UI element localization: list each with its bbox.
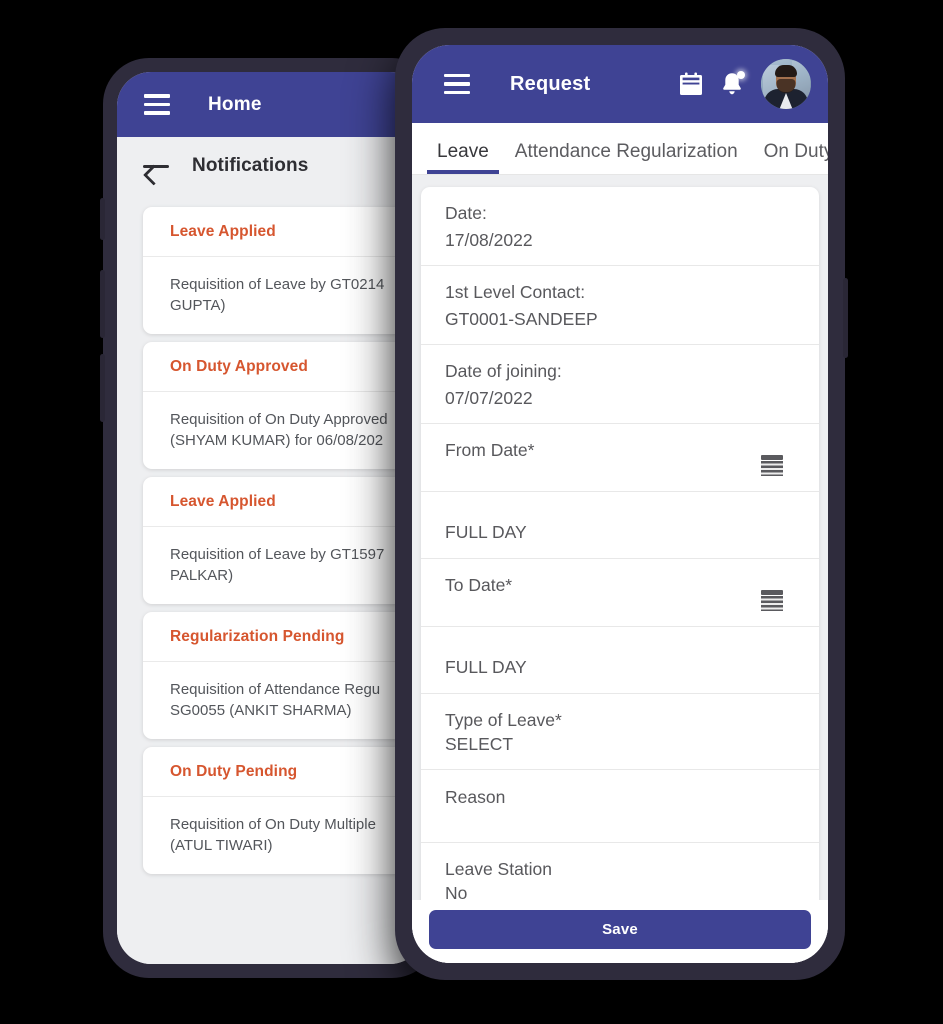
field-from-day-part-value: FULL DAY (445, 522, 527, 542)
field-date-of-joining-value: 07/07/2022 (445, 388, 533, 408)
bell-icon[interactable] (720, 71, 745, 97)
tab-on-duty[interactable]: On Duty (751, 141, 828, 174)
tab-attendance-regularization[interactable]: Attendance Regularization (502, 141, 751, 174)
field-date: Date: 17/08/2022 (421, 187, 819, 266)
field-leave-station-label: Leave Station (445, 859, 553, 879)
notification-card[interactable]: Regularization Pending Requisition of At… (143, 612, 424, 739)
right-phone-device: Request Leave Attendance Regularization … (395, 28, 848, 980)
notifications-subheader: Notifications (117, 137, 424, 195)
home-appbar-title: Home (208, 93, 262, 115)
field-date-of-joining-label: Date of joining: (445, 361, 562, 381)
left-phone-device: Home Notifications Leave Applied Requisi… (100, 58, 438, 978)
notification-title: Leave Applied (143, 477, 424, 527)
tab-leave[interactable]: Leave (424, 141, 502, 174)
field-reason[interactable]: Reason (421, 770, 819, 843)
field-date-label: Date: (445, 203, 487, 223)
calendar-icon[interactable] (679, 72, 703, 97)
field-to-day-part[interactable]: FULL DAY (421, 627, 819, 694)
request-appbar: Request (412, 45, 828, 123)
notification-card[interactable]: Leave Applied Requisition of Leave by GT… (143, 207, 424, 334)
right-phone-screen: Request Leave Attendance Regularization … (412, 45, 828, 963)
save-button[interactable]: Save (429, 910, 811, 949)
request-tabs: Leave Attendance Regularization On Duty (412, 123, 828, 175)
notification-body: Requisition of Attendance Regu SG0055 (A… (170, 681, 381, 719)
field-type-of-leave[interactable]: Type of Leave* SELECT (421, 694, 819, 770)
appbar-actions (679, 59, 811, 109)
user-avatar[interactable] (761, 59, 811, 109)
to-date-calendar-icon[interactable] (761, 590, 783, 611)
notification-body: Requisition of On Duty Multiple (ATUL TI… (170, 816, 376, 854)
tab-attendance-regularization-label: Attendance Regularization (514, 141, 738, 162)
notification-card[interactable]: On Duty Approved Requisition of On Duty … (143, 342, 424, 469)
notification-title: On Duty Approved (143, 342, 424, 392)
back-arrow-icon[interactable] (143, 156, 170, 176)
field-from-date[interactable]: From Date* (421, 424, 819, 492)
right-phone-power-button (843, 278, 848, 358)
field-to-day-part-value: FULL DAY (445, 657, 527, 677)
save-bar: Save (412, 900, 828, 963)
from-date-calendar-icon[interactable] (761, 455, 783, 476)
tab-leave-label: Leave (437, 141, 489, 162)
field-to-date-label: To Date* (445, 575, 513, 595)
field-date-of-joining: Date of joining: 07/07/2022 (421, 345, 819, 424)
left-phone-screen: Home Notifications Leave Applied Requisi… (117, 72, 424, 964)
left-phone-volume-up-button (100, 270, 105, 338)
bell-badge-dot (737, 71, 745, 79)
field-date-value: 17/08/2022 (445, 230, 533, 250)
field-reason-label: Reason (445, 787, 506, 807)
home-appbar: Home (117, 72, 424, 137)
leave-request-form: Date: 17/08/2022 1st Level Contact: GT00… (421, 187, 819, 963)
field-type-of-leave-value: SELECT (445, 734, 514, 754)
field-first-level-contact-label: 1st Level Contact: (445, 282, 586, 302)
notification-body: Requisition of Leave by GT0214 GUPTA) (170, 276, 385, 314)
notification-title: On Duty Pending (143, 747, 424, 797)
field-first-level-contact: 1st Level Contact: GT0001-SANDEEP (421, 266, 819, 345)
request-appbar-title: Request (510, 72, 591, 95)
hamburger-icon[interactable] (444, 73, 470, 95)
notification-title: Leave Applied (143, 207, 424, 257)
field-to-date[interactable]: To Date* (421, 559, 819, 627)
hamburger-icon[interactable] (144, 94, 170, 115)
left-phone-volume-down-button (100, 354, 105, 422)
notifications-title: Notifications (192, 155, 309, 176)
field-from-day-part[interactable]: FULL DAY (421, 492, 819, 559)
notification-body: Requisition of Leave by GT1597 PALKAR) (170, 546, 385, 584)
leave-request-body: Date: 17/08/2022 1st Level Contact: GT00… (412, 175, 828, 963)
tab-on-duty-label: On Duty (763, 141, 828, 162)
notification-title: Regularization Pending (143, 612, 424, 662)
notification-card[interactable]: Leave Applied Requisition of Leave by GT… (143, 477, 424, 604)
field-first-level-contact-value: GT0001-SANDEEP (445, 309, 598, 329)
field-from-date-label: From Date* (445, 440, 535, 460)
left-phone-hardware-button-1 (100, 198, 105, 240)
notification-body: Requisition of On Duty Approved (SHYAM K… (170, 411, 388, 449)
notifications-list: Leave Applied Requisition of Leave by GT… (117, 195, 424, 964)
notification-card[interactable]: On Duty Pending Requisition of On Duty M… (143, 747, 424, 874)
field-type-of-leave-label: Type of Leave* (445, 710, 562, 730)
